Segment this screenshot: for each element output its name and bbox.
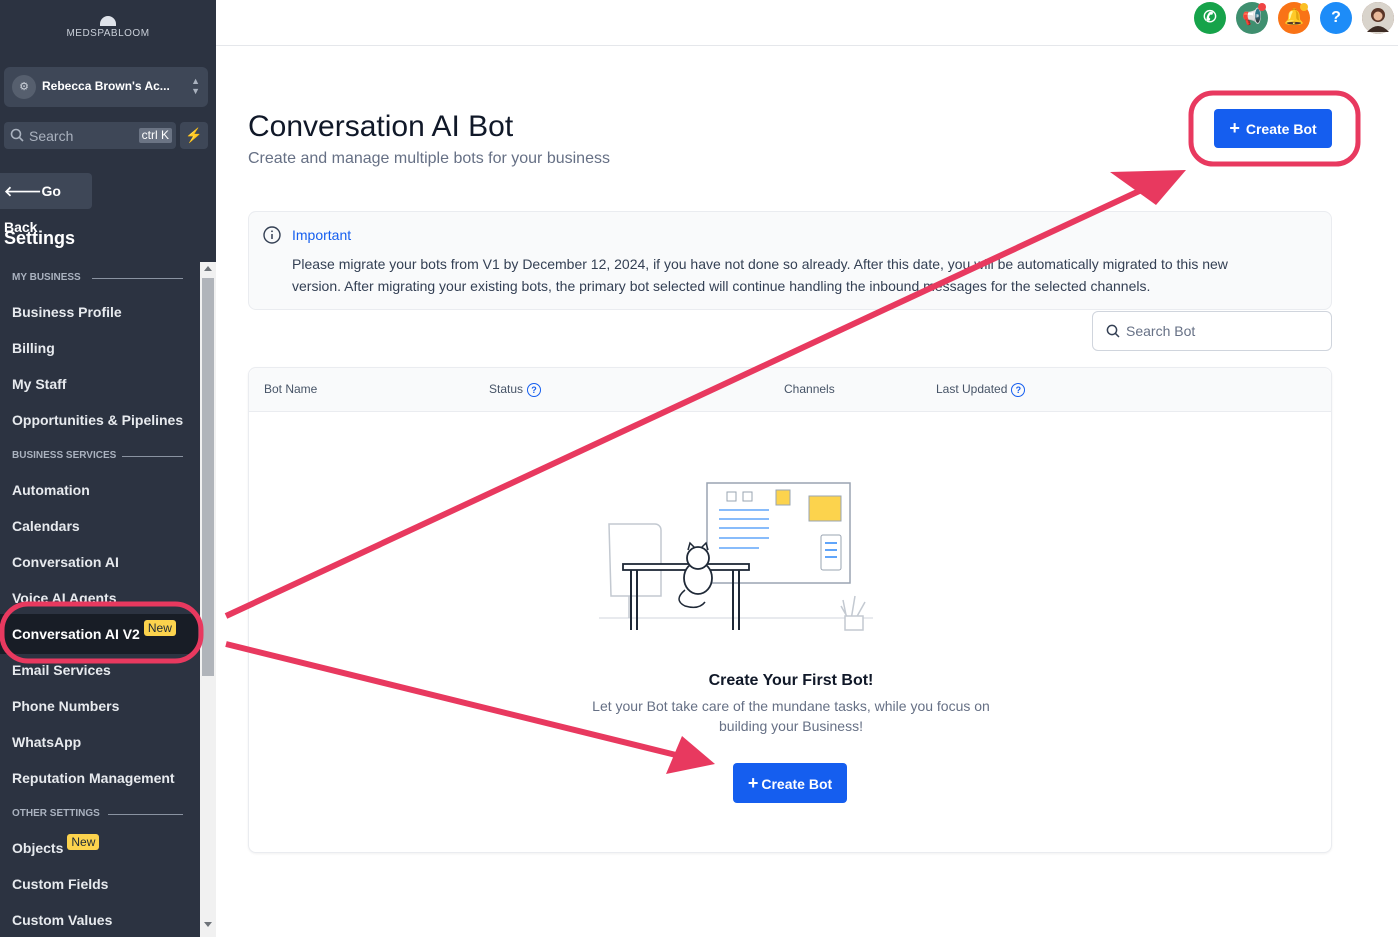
page-subtitle: Create and manage multiple bots for your… [248,150,610,167]
brand-logo: MEDSPABLOOM [56,16,160,46]
help-circle-icon[interactable]: ? [527,382,542,397]
search-bot-input[interactable]: Search Bot [1092,311,1332,351]
plus-icon: + [747,773,759,793]
sidebar-item-objects[interactable]: Objects New [12,834,100,856]
section-business-services: BUSINESS SERVICES [12,450,183,461]
sidebar-item-reputation-management[interactable]: Reputation Management [12,770,175,786]
column-label: Status [489,382,524,396]
sidebar-item-voice-ai-agents[interactable]: Voice AI Agents [12,590,117,606]
sidebar-item-calendars[interactable]: Calendars [12,518,80,534]
bots-table: Bot Name Status? Channels Last Updated? [248,367,1332,853]
notification-dot [1300,3,1308,11]
search-placeholder: Search [29,128,74,144]
top-bar: ✆ 📢 🔔 ? [216,0,1398,46]
chevron-updown-icon: ▲ ▼ [191,76,200,96]
plus-icon: + [1229,118,1240,138]
phone-icon[interactable]: ✆ [1194,2,1226,34]
info-icon [263,226,281,244]
empty-state-illustration [599,482,873,631]
sidebar-scrollbar[interactable] [200,262,216,937]
brand-name: MEDSPABLOOM [66,28,150,39]
search-icon [10,128,24,142]
column-bot-name[interactable]: Bot Name [264,382,317,396]
sidebar-item-my-staff[interactable]: My Staff [12,376,66,392]
important-notice: Important Please migrate your bots from … [248,211,1332,310]
section-label: BUSINESS SERVICES [12,450,117,461]
empty-state-text: Let your Bot take care of the mundane ta… [592,698,990,734]
column-channels[interactable]: Channels [784,382,835,396]
section-other-settings: OTHER SETTINGS [12,808,183,819]
sidebar-item-email-services[interactable]: Email Services [12,662,111,678]
create-bot-label: Create Bot [761,776,833,792]
scroll-thumb[interactable] [202,278,214,676]
arrow-left-icon: 🡐 [4,183,42,199]
sidebar-item-conversation-ai[interactable]: Conversation AI [12,554,119,570]
notice-body: Please migrate your bots from V1 by Dece… [292,256,1228,294]
sidebar-item-label: Objects [12,840,64,856]
account-name: Rebecca Brown's Ac... [42,79,170,93]
new-badge: New [143,620,176,636]
empty-state-create-bot-button[interactable]: + Create Bot [733,763,847,803]
divider [122,456,183,457]
user-avatar[interactable] [1362,2,1394,34]
create-bot-label: Create Bot [1245,121,1317,137]
help-icon[interactable]: ? [1320,2,1352,34]
column-last-updated[interactable]: Last Updated? [936,382,1026,397]
sidebar-item-whatsapp[interactable]: WhatsApp [12,734,81,750]
sidebar-item-phone-numbers[interactable]: Phone Numbers [12,698,119,714]
help-circle-icon[interactable]: ? [1011,382,1026,397]
account-switcher[interactable]: ⚙ Rebecca Brown's Ac... ▲ ▼ [4,67,208,107]
divider [92,278,183,279]
notification-dot [1258,3,1266,11]
sidebar-item-custom-values[interactable]: Custom Values [12,912,112,928]
account-icon: ⚙ [12,75,36,99]
search-icon [1106,324,1120,338]
sidebar-item-business-profile[interactable]: Business Profile [12,304,122,320]
sidebar-search[interactable]: Search ctrl K [4,122,176,149]
new-badge: New [67,834,100,850]
divider [108,814,183,815]
scroll-up-icon[interactable] [204,266,212,271]
sidebar-item-label: Conversation AI V2 [12,626,140,642]
column-status[interactable]: Status? [489,382,542,397]
arrow-head [1110,170,1186,205]
flower-icon [100,16,116,26]
notice-heading: Important [292,227,352,243]
settings-heading: Settings [4,228,76,248]
column-label: Last Updated [936,382,1008,396]
sidebar-item-automation[interactable]: Automation [12,482,90,498]
go-back-button[interactable]: 🡐Go Back [0,173,92,235]
avatar-image [1362,2,1394,34]
empty-state-heading: Create Your First Bot! [708,672,874,689]
search-bot-placeholder: Search Bot [1126,323,1196,339]
sidebar-item-conversation-ai-v2[interactable]: Conversation AI V2 New [12,620,176,642]
section-label: OTHER SETTINGS [12,808,100,819]
sidebar-item-opportunities[interactable]: Opportunities & Pipelines [12,412,183,428]
sidebar-item-billing[interactable]: Billing [12,340,55,356]
table-header: Bot Name Status? Channels Last Updated? [249,368,1331,412]
scroll-down-icon[interactable] [204,922,212,927]
lightning-icon[interactable]: ⚡ [180,122,208,149]
section-label: MY BUSINESS [12,272,81,283]
shortcut-hint: ctrl K [138,128,172,143]
page-title: Conversation AI Bot [248,110,514,143]
sidebar-item-custom-fields[interactable]: Custom Fields [12,876,108,892]
section-my-business: MY BUSINESS [12,272,183,283]
create-bot-button[interactable]: + Create Bot [1214,109,1332,148]
sidebar: MEDSPABLOOM ⚙ Rebecca Brown's Ac... ▲ ▼ S… [0,0,216,937]
